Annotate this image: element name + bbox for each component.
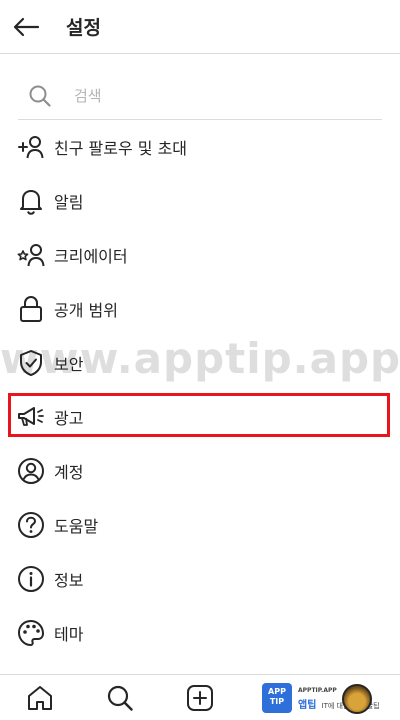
shield-check-icon [16, 348, 46, 378]
help-circle-icon [16, 510, 46, 540]
menu-item-account[interactable]: 계정 [0, 444, 400, 498]
menu-item-label: 보안 [54, 355, 84, 374]
menu-item-privacy[interactable]: 공개 범위 [0, 282, 400, 336]
menu-item-label: 친구 팔로우 및 초대 [54, 139, 188, 158]
nav-search-button[interactable] [80, 675, 160, 720]
menu-item-label: 광고 [54, 409, 84, 428]
home-icon [28, 685, 52, 710]
menu-item-theme[interactable]: 테마 [0, 606, 400, 660]
palette-icon [16, 618, 46, 648]
lock-icon [16, 294, 46, 324]
menu-item-about[interactable]: 정보 [0, 552, 400, 606]
menu-item-label: 정보 [54, 571, 84, 590]
bell-icon [16, 186, 46, 216]
menu-item-label: 계정 [54, 463, 84, 482]
menu-item-notifications[interactable]: 알림 [0, 174, 400, 228]
search-icon [29, 85, 51, 107]
search-bar[interactable] [18, 72, 382, 120]
menu-item-label: 공개 범위 [54, 301, 118, 320]
top-bar: 설정 [0, 0, 400, 54]
arrow-left-icon [13, 17, 40, 36]
menu-item-label: 테마 [54, 625, 84, 644]
bottom-nav [0, 674, 400, 720]
menu-item-invite-friends[interactable]: 친구 팔로우 및 초대 [0, 120, 400, 174]
search-icon [107, 685, 133, 711]
menu-item-ads[interactable]: 광고 [0, 390, 400, 444]
menu-item-label: 크리에이터 [54, 247, 128, 266]
megaphone-icon [16, 402, 46, 432]
menu-item-help[interactable]: 도움말 [0, 498, 400, 552]
search-input[interactable] [74, 86, 324, 105]
page-title: 설정 [66, 17, 101, 39]
nav-activity-button[interactable] [240, 675, 320, 720]
info-circle-icon [16, 564, 46, 594]
back-button[interactable] [0, 0, 52, 54]
plus-square-icon [187, 684, 213, 711]
creator-icon [16, 240, 46, 270]
nav-create-button[interactable] [160, 675, 240, 720]
menu-item-label: 알림 [54, 193, 84, 212]
nav-home-button[interactable] [0, 675, 80, 720]
menu-item-security[interactable]: 보안 [0, 336, 400, 390]
add-person-icon [16, 132, 46, 162]
settings-menu: 친구 팔로우 및 초대 알림 크리에이터 공개 범위 보안 광고 계정 도움말 … [0, 120, 400, 660]
avatar[interactable] [342, 684, 372, 714]
account-circle-icon [16, 456, 46, 486]
menu-item-label: 도움말 [54, 517, 99, 536]
menu-item-creator[interactable]: 크리에이터 [0, 228, 400, 282]
